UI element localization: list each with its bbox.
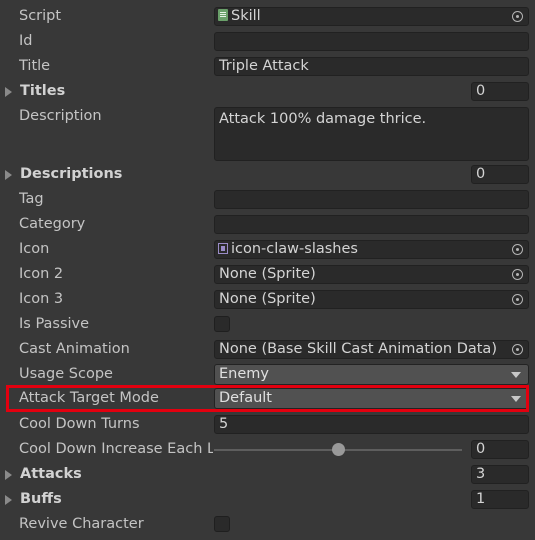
object-picker-icon[interactable] xyxy=(512,11,523,22)
icon-value: icon-claw-slashes xyxy=(231,241,358,257)
icon3-label: Icon 3 xyxy=(19,291,64,307)
script-icon xyxy=(218,9,228,21)
is-passive-label: Is Passive xyxy=(19,316,90,332)
object-picker-icon[interactable] xyxy=(512,294,523,305)
category-label: Category xyxy=(19,216,86,232)
icon3-value: None (Sprite) xyxy=(219,291,316,307)
icon-row: Icon icon-claw-slashes xyxy=(0,237,535,262)
buffs-size-input[interactable]: 1 xyxy=(471,490,529,509)
tag-row: Tag xyxy=(0,187,535,212)
revive-character-label: Revive Character xyxy=(19,516,144,532)
cool-down-turns-row: Cool Down Turns 5 xyxy=(0,412,535,437)
revive-character-checkbox[interactable] xyxy=(214,516,230,532)
foldout-arrow-icon[interactable] xyxy=(5,87,12,97)
description-textarea[interactable]: Attack 100% damage thrice. xyxy=(214,107,529,161)
description-label: Description xyxy=(19,108,102,124)
cast-animation-field[interactable]: None (Base Skill Cast Animation Data) xyxy=(214,340,529,359)
icon3-field[interactable]: None (Sprite) xyxy=(214,290,529,309)
title-label: Title xyxy=(19,58,51,74)
is-passive-row: Is Passive xyxy=(0,312,535,337)
icon2-row: Icon 2 None (Sprite) xyxy=(0,262,535,287)
titles-size-input[interactable]: 0 xyxy=(471,82,529,101)
attacks-size-input[interactable]: 3 xyxy=(471,465,529,484)
script-field[interactable]: Skill xyxy=(214,7,529,26)
is-passive-checkbox[interactable] xyxy=(214,316,230,332)
titles-row[interactable]: Titles 0 xyxy=(0,79,535,104)
object-picker-icon[interactable] xyxy=(512,344,523,355)
highlight-box xyxy=(6,385,529,412)
descriptions-row[interactable]: Descriptions 0 xyxy=(0,162,535,187)
script-value: Skill xyxy=(231,8,261,24)
cool-down-turns-input[interactable]: 5 xyxy=(214,415,529,434)
foldout-arrow-icon[interactable] xyxy=(5,170,12,180)
title-input[interactable]: Triple Attack xyxy=(214,57,529,76)
title-row: Title Triple Attack xyxy=(0,54,535,79)
revive-character-row: Revive Character xyxy=(0,512,535,537)
foldout-arrow-icon[interactable] xyxy=(5,495,12,505)
icon-label: Icon xyxy=(19,241,50,257)
titles-label[interactable]: Titles xyxy=(20,79,213,104)
cast-animation-value: None (Base Skill Cast Animation Data) xyxy=(219,341,497,357)
category-input[interactable] xyxy=(214,215,529,234)
cast-animation-row: Cast Animation None (Base Skill Cast Ani… xyxy=(0,337,535,362)
attacks-row[interactable]: Attacks 3 xyxy=(0,462,535,487)
dropdown-arrow-icon xyxy=(511,372,521,378)
usage-scope-row: Usage Scope Enemy xyxy=(0,362,535,387)
object-picker-icon[interactable] xyxy=(512,269,523,280)
sprite-icon xyxy=(218,243,228,254)
descriptions-label[interactable]: Descriptions xyxy=(20,162,213,187)
icon3-row: Icon 3 None (Sprite) xyxy=(0,287,535,312)
description-row: Description Attack 100% damage thrice. xyxy=(0,104,535,162)
cool-down-increase-input[interactable]: 0 xyxy=(471,440,529,459)
category-row: Category xyxy=(0,212,535,237)
cool-down-turns-label: Cool Down Turns xyxy=(19,416,140,432)
usage-scope-dropdown[interactable]: Enemy xyxy=(214,364,529,385)
script-row: Script Skill xyxy=(0,4,535,29)
tag-label: Tag xyxy=(19,191,44,207)
attacks-label[interactable]: Attacks xyxy=(20,462,213,487)
icon2-label: Icon 2 xyxy=(19,266,64,282)
cast-animation-label: Cast Animation xyxy=(19,341,130,357)
cool-down-increase-label: Cool Down Increase Each Level xyxy=(19,441,213,457)
usage-scope-value: Enemy xyxy=(219,366,269,382)
buffs-row[interactable]: Buffs 1 xyxy=(0,487,535,512)
id-row: Id xyxy=(0,29,535,54)
icon2-field[interactable]: None (Sprite) xyxy=(214,265,529,284)
icon-field[interactable]: icon-claw-slashes xyxy=(214,240,529,259)
tag-input[interactable] xyxy=(214,190,529,209)
descriptions-size-input[interactable]: 0 xyxy=(471,165,529,184)
object-picker-icon[interactable] xyxy=(512,244,523,255)
buffs-label[interactable]: Buffs xyxy=(20,487,213,512)
slider-thumb[interactable] xyxy=(331,443,345,456)
id-label: Id xyxy=(19,33,33,49)
icon2-value: None (Sprite) xyxy=(219,266,316,282)
usage-scope-label: Usage Scope xyxy=(19,366,113,382)
script-label: Script xyxy=(19,8,62,24)
cool-down-increase-row: Cool Down Increase Each Level 0 xyxy=(0,437,535,462)
id-input[interactable] xyxy=(214,32,529,51)
foldout-arrow-icon[interactable] xyxy=(5,470,12,480)
